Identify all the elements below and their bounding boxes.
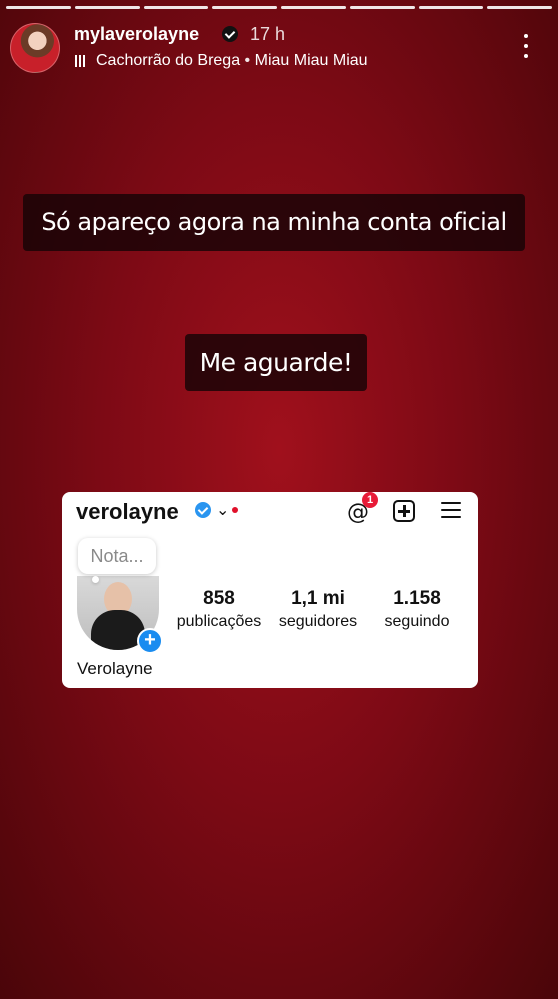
stat-value: 1,1 mi [291, 588, 345, 609]
story-username[interactable]: mylaverolayne [74, 24, 199, 45]
text-sticker-wait: Me aguarde! [185, 334, 367, 391]
progress-segment [281, 6, 346, 9]
text-sticker-official-account: Só apareço agora na minha conta oficial [23, 194, 525, 251]
profile-display-name: Verolayne [77, 659, 153, 678]
profile-screenshot-card: verolayne ⌄ @ 1 Nota... + Verolayne 858 … [62, 492, 478, 688]
music-bars-icon [75, 55, 87, 67]
more-vertical-icon[interactable] [524, 34, 528, 58]
progress-segment [418, 6, 484, 9]
stat-value: 858 [203, 588, 235, 609]
story-time: 17 h [250, 24, 286, 44]
music-title: Cachorrão do Brega [96, 52, 241, 69]
add-post-icon [393, 500, 415, 522]
stat-following: 1.158 seguindo [376, 588, 458, 631]
progress-segment [143, 6, 209, 9]
stat-label: seguindo [384, 613, 450, 630]
progress-segment [487, 6, 552, 9]
verified-badge-icon [195, 502, 211, 518]
stat-label: publicações [176, 613, 262, 630]
stat-label: seguidores [278, 613, 358, 630]
note-bubble: Nota... [78, 538, 156, 574]
stat-followers: 1,1 mi seguidores [270, 588, 366, 631]
note-bubble-tail [92, 576, 99, 583]
progress-segment [212, 6, 277, 9]
stat-value: 1.158 [393, 588, 441, 609]
progress-segment [74, 6, 140, 9]
music-separator: • [244, 52, 251, 69]
progress-segment [6, 6, 71, 9]
progress-segment [349, 6, 415, 9]
notification-dot [232, 507, 238, 513]
story-header: mylaverolayne 17 h Cachorrão do Brega • … [10, 22, 548, 74]
notification-badge: 1 [362, 492, 378, 508]
hamburger-menu-icon [441, 502, 461, 518]
chevron-down-icon: ⌄ [216, 502, 230, 519]
user-avatar[interactable] [10, 23, 60, 73]
profile-username: verolayne [76, 499, 179, 524]
music-info[interactable]: Cachorrão do Brega • Miau Miau Miau [96, 52, 368, 70]
music-artist: Miau Miau Miau [254, 52, 368, 69]
verified-badge-icon [222, 26, 238, 42]
story-progress-bar [6, 6, 552, 9]
add-story-plus-icon: + [137, 628, 163, 654]
stat-posts: 858 publicações [172, 588, 266, 631]
